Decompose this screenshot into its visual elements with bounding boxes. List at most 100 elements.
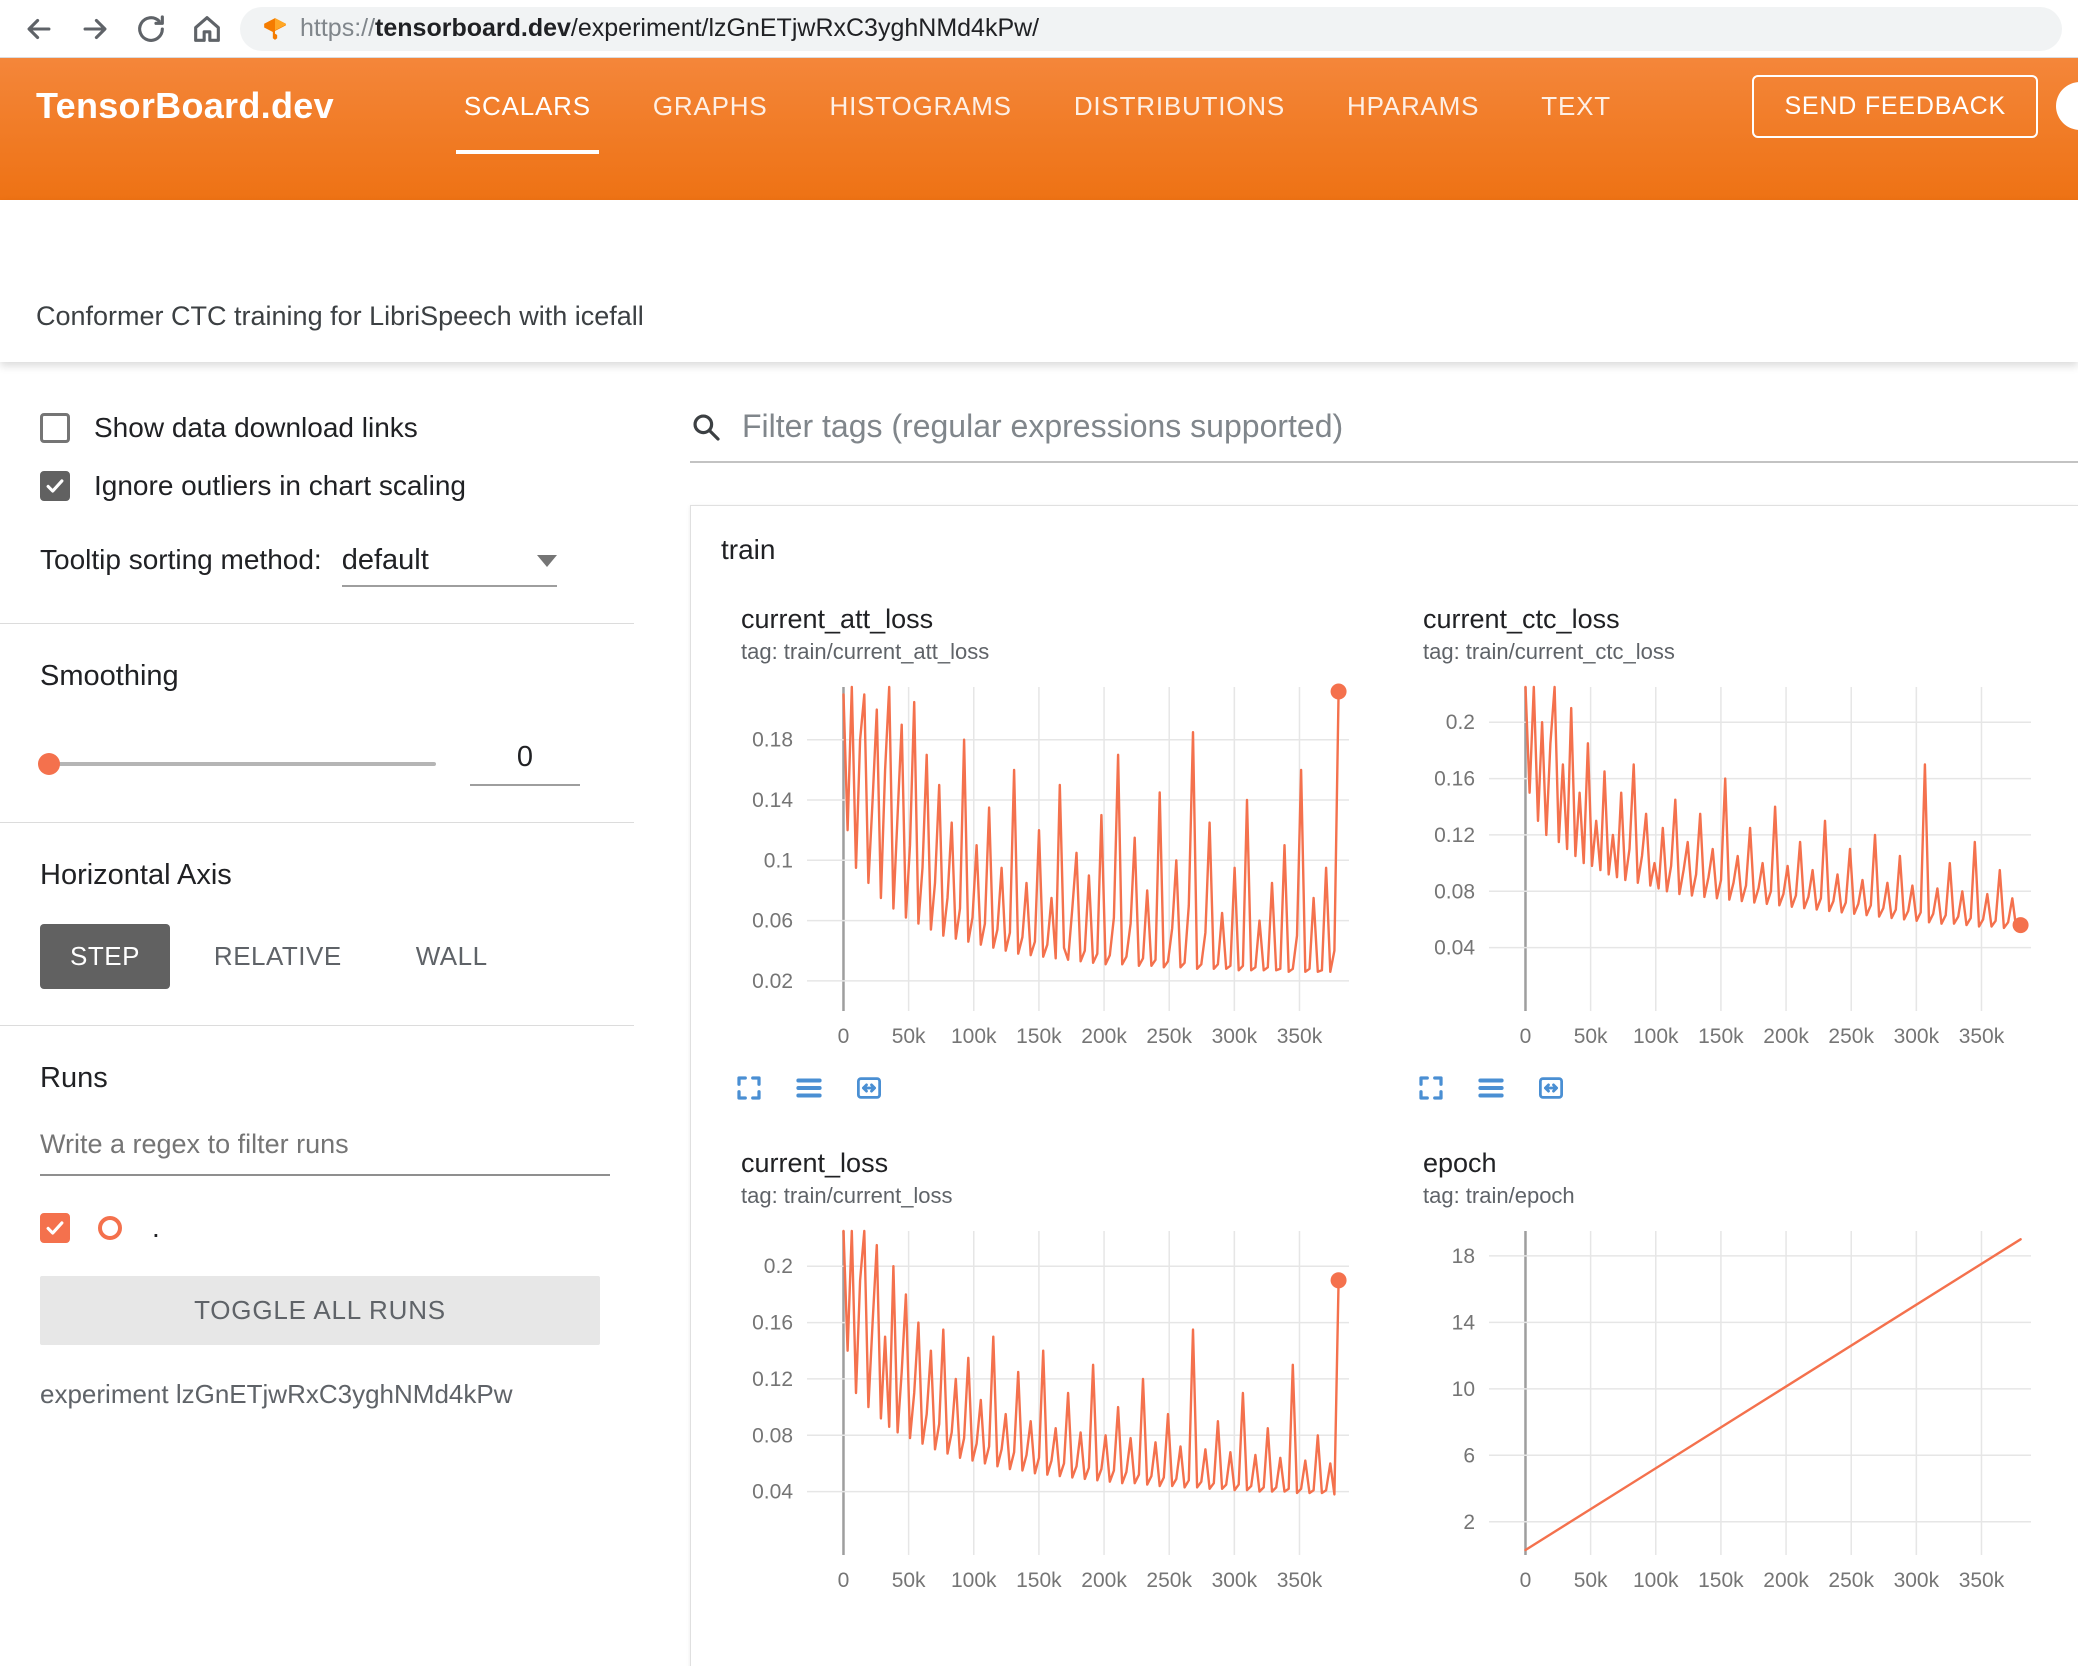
chart-block-epoch: epoch tag: train/epoch 0 50k 100k 150k 200k 2… [1397,1148,2078,1602]
svg-text:0.2: 0.2 [764,1255,793,1278]
tab-histograms[interactable]: HISTOGRAMS [830,58,1012,154]
svg-text:300k: 300k [1212,1025,1258,1048]
axis-step-button[interactable]: STEP [40,924,170,989]
svg-text:50k: 50k [892,1025,926,1048]
tab-graphs[interactable]: GRAPHS [653,58,768,154]
tooltip-sorting-value: default [341,544,429,576]
runs-label: Runs [40,1062,108,1094]
svg-text:200k: 200k [1763,1569,1809,1592]
ignore-outliers-checkbox[interactable] [40,471,70,501]
tab-hparams[interactable]: HPARAMS [1347,58,1479,154]
url-path: /experiment/lzGnETjwRxC3yghNMd4kPw/ [570,14,1040,42]
svg-text:250k: 250k [1146,1025,1192,1048]
account-circle[interactable] [2056,82,2078,130]
card-title[interactable]: train [691,506,2078,588]
svg-text:0.16: 0.16 [1434,768,1475,791]
back-icon[interactable] [16,6,62,52]
show-download-links-checkbox[interactable] [40,413,70,443]
divider [0,822,634,823]
chart-tag: tag: train/current_att_loss [741,639,990,664]
fit-domain-icon[interactable] [1535,1072,1567,1104]
smoothing-value-input[interactable]: 0 [470,741,580,786]
svg-text:0.12: 0.12 [752,1368,793,1391]
url-domain: tensorboard.dev [375,14,571,42]
svg-text:100k: 100k [1633,1569,1679,1592]
ignore-outliers-label: Ignore outliers in chart scaling [94,470,466,501]
divider [0,1025,634,1026]
chart-block-current-ctc-loss: current_ctc_loss tag: train/current_ctc_… [1397,604,2078,1104]
svg-text:6: 6 [1463,1444,1475,1467]
show-download-links-label: Show data download links [94,412,418,443]
svg-text:200k: 200k [1763,1025,1809,1048]
svg-text:2: 2 [1463,1511,1475,1534]
run-color-swatch [98,1216,122,1240]
scalar-chart[interactable]: 0 50k 100k 150k 200k 250k 300k 350k 0.04 0.08 0.12… [1397,677,2047,1053]
tooltip-sorting-select[interactable]: default [341,544,557,587]
fit-domain-icon[interactable] [853,1072,885,1104]
run-checkbox[interactable] [40,1213,70,1243]
svg-text:350k: 350k [1959,1025,2005,1048]
svg-text:250k: 250k [1146,1569,1192,1592]
svg-text:350k: 350k [1959,1569,2005,1592]
svg-text:150k: 150k [1698,1569,1744,1592]
svg-text:150k: 150k [1016,1569,1062,1592]
axis-relative-button[interactable]: RELATIVE [184,924,372,989]
chart-title: current_loss [741,1148,889,1178]
main-nav: SCALARS GRAPHS HISTOGRAMS DISTRIBUTIONS … [455,58,1611,154]
scalar-chart[interactable]: 0 50k 100k 150k 200k 250k 300k 350k 0.02 0.06 0.1 0… [715,677,1365,1053]
browser-chrome: https://tensorboard.dev/experiment/lzGnE… [0,0,2078,58]
site-icon [262,16,288,42]
svg-text:0.08: 0.08 [1434,880,1475,903]
toggle-y-axis-icon[interactable] [793,1072,825,1104]
svg-text:0.02: 0.02 [752,970,793,993]
axis-wall-button[interactable]: WALL [386,924,518,989]
forward-icon[interactable] [72,6,118,52]
scalar-chart[interactable]: 0 50k 100k 150k 200k 250k 300k 350k 2 6 10 14 18 [1397,1221,2047,1597]
toggle-all-runs-button[interactable]: TOGGLE ALL RUNS [40,1276,600,1345]
svg-text:200k: 200k [1081,1025,1127,1048]
svg-text:0.12: 0.12 [1434,824,1475,847]
smoothing-label: Smoothing [40,660,179,692]
smoothing-slider[interactable] [38,752,436,775]
fullscreen-icon[interactable] [1415,1072,1447,1104]
chart-title: current_att_loss [741,604,934,634]
scalars-main: train current_att_loss tag: train/curren… [650,362,2078,1666]
svg-text:0: 0 [838,1025,850,1048]
experiment-id-caption: experiment lzGnETjwRxC3yghNMd4kPw [40,1379,513,1409]
svg-text:0: 0 [838,1569,850,1592]
url-text: https://tensorboard.dev/experiment/lzGnE… [300,14,1039,43]
address-bar[interactable]: https://tensorboard.dev/experiment/lzGnE… [240,6,2062,51]
svg-text:0.18: 0.18 [752,729,793,752]
svg-text:0.16: 0.16 [752,1312,793,1335]
svg-text:0.04: 0.04 [752,1481,793,1504]
scalar-chart[interactable]: 0 50k 100k 150k 200k 250k 300k 350k 0.04 0.08 0.12… [715,1221,1365,1597]
runs-filter-input[interactable] [40,1119,610,1176]
svg-text:150k: 150k [1698,1025,1744,1048]
svg-text:350k: 350k [1277,1025,1323,1048]
tab-scalars[interactable]: SCALARS [455,58,599,154]
svg-text:0.2: 0.2 [1446,711,1475,734]
send-feedback-button[interactable]: SEND FEEDBACK [1752,74,2038,138]
experiment-title-band: Conformer CTC training for LibriSpeech w… [0,200,2078,362]
tab-distributions[interactable]: DISTRIBUTIONS [1074,58,1285,154]
svg-text:350k: 350k [1277,1569,1323,1592]
reload-icon[interactable] [128,6,174,52]
svg-text:200k: 200k [1081,1569,1127,1592]
tag-filter [690,408,2078,463]
tab-text[interactable]: TEXT [1541,58,1611,154]
tooltip-sorting-label: Tooltip sorting method: [40,544,322,575]
tag-filter-input[interactable] [742,408,2078,445]
smoothing-slider-thumb[interactable] [38,752,60,775]
svg-text:250k: 250k [1828,1025,1874,1048]
experiment-title: Conformer CTC training for LibriSpeech w… [36,301,644,331]
svg-text:100k: 100k [1633,1025,1679,1048]
svg-text:0.08: 0.08 [752,1424,793,1447]
fullscreen-icon[interactable] [733,1072,765,1104]
toggle-y-axis-icon[interactable] [1475,1072,1507,1104]
chart-title: current_ctc_loss [1423,604,1620,634]
home-icon[interactable] [184,6,230,52]
chart-tag: tag: train/current_ctc_loss [1423,639,1675,664]
chart-block-current-loss: current_loss tag: train/current_loss 0 50… [715,1148,1397,1602]
train-card: train current_att_loss tag: train/curren… [690,505,2078,1666]
svg-text:50k: 50k [1574,1025,1608,1048]
